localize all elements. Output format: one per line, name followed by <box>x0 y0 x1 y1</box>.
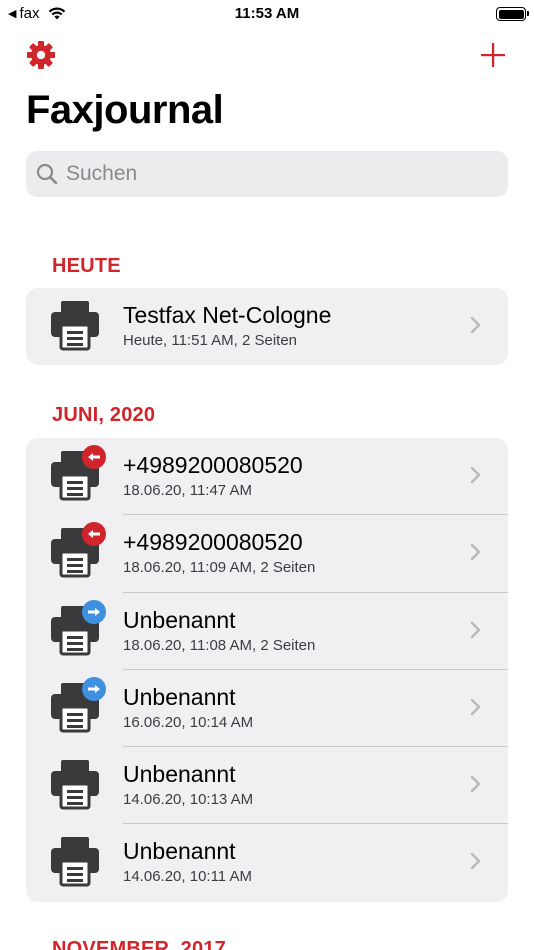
fax-thumbnail <box>50 599 106 660</box>
search-icon <box>36 163 58 185</box>
plus-icon <box>481 43 505 67</box>
fax-thumbnail <box>50 445 106 505</box>
fax-thumbnail <box>50 522 106 582</box>
search-input[interactable] <box>66 162 486 186</box>
incoming-badge-icon <box>82 445 106 469</box>
fax-title: Unbenannt <box>123 761 236 788</box>
fax-row[interactable]: Unbenannt 14.06.20, 10:11 AM <box>26 824 508 901</box>
fax-thumbnail <box>50 758 104 814</box>
fax-row[interactable]: +4989200080520 18.06.20, 11:47 AM <box>26 438 508 516</box>
battery-icon <box>496 7 529 21</box>
group-juni-2020: +4989200080520 18.06.20, 11:47 AM +49892… <box>26 438 508 902</box>
fax-subtitle: 18.06.20, 11:08 AM, 2 Seiten <box>123 636 316 654</box>
fax-title: Unbenannt <box>123 606 236 633</box>
fax-title: +4989200080520 <box>123 452 303 478</box>
fax-subtitle: 14.06.20, 10:11 AM <box>123 868 252 886</box>
add-fax-button[interactable] <box>478 40 508 70</box>
chevron-right-icon <box>470 853 481 870</box>
fax-title: +4989200080520 <box>123 529 303 556</box>
status-time: 11:53 AM <box>234 5 300 22</box>
fax-subtitle: 18.06.20, 11:09 AM, 2 Seiten <box>123 559 316 577</box>
section-header-juni-2020: JUNI, 2020 <box>52 404 156 426</box>
fax-row[interactable]: Testfax Net-Cologne Heute, 11:51 AM, 2 S… <box>26 288 508 365</box>
outgoing-badge-icon <box>82 599 106 624</box>
fax-row[interactable]: +4989200080520 18.06.20, 11:09 AM, 2 Sei… <box>26 515 508 593</box>
section-header-heute: HEUTE <box>52 255 121 277</box>
settings-button[interactable] <box>26 40 56 70</box>
fax-title: Unbenannt <box>123 838 236 865</box>
incoming-badge-icon <box>82 522 106 547</box>
fax-row[interactable]: Unbenannt 18.06.20, 11:08 AM, 2 Seiten <box>26 593 508 670</box>
fax-title: Testfax Net-Cologne <box>123 302 332 328</box>
group-heute: Testfax Net-Cologne Heute, 11:51 AM, 2 S… <box>26 288 508 366</box>
fax-row[interactable]: Unbenannt 14.06.20, 10:13 AM <box>26 747 508 825</box>
fax-subtitle: Heute, 11:51 AM, 2 Seiten <box>123 332 298 349</box>
page-title: Faxjournal <box>26 88 224 132</box>
printer-icon <box>51 837 99 887</box>
chevron-right-icon <box>470 621 481 638</box>
search-bar[interactable] <box>26 151 508 197</box>
fax-thumbnail <box>50 835 104 891</box>
fax-subtitle: 16.06.20, 10:14 AM <box>123 713 254 731</box>
section-header-november-2017: NOVEMBER, 2017 <box>52 938 226 950</box>
printer-icon <box>51 760 99 810</box>
chevron-right-icon <box>470 775 481 793</box>
outgoing-badge-icon <box>82 676 106 701</box>
chevron-right-icon <box>470 698 481 716</box>
status-bar: ◀ fax 11:53 AM <box>0 0 534 30</box>
chevron-right-icon <box>470 544 481 561</box>
fax-subtitle: 18.06.20, 11:47 AM <box>123 482 252 499</box>
fax-thumbnail <box>50 299 104 355</box>
chevron-right-icon <box>470 466 481 484</box>
printer-icon <box>51 301 99 351</box>
gear-icon <box>27 41 55 69</box>
fax-subtitle: 14.06.20, 10:13 AM <box>123 791 254 809</box>
chevron-right-icon <box>470 316 481 334</box>
fax-thumbnail <box>50 676 106 737</box>
fax-title: Unbenannt <box>123 683 236 710</box>
fax-row[interactable]: Unbenannt 16.06.20, 10:14 AM <box>26 670 508 748</box>
